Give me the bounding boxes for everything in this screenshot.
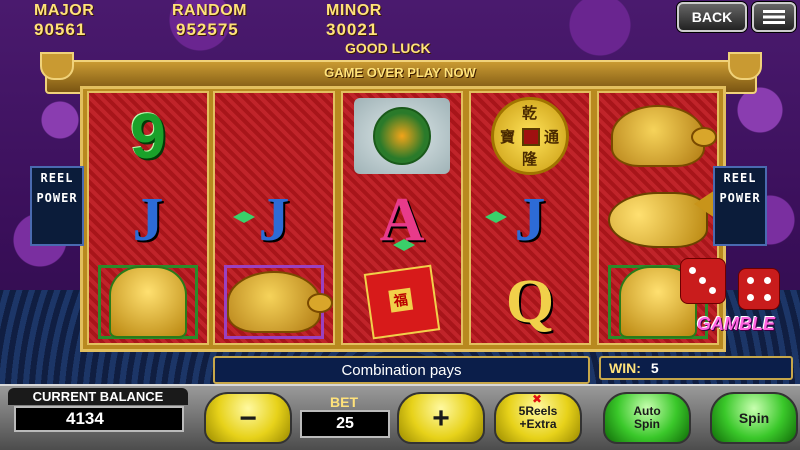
win-panel: WIN: 5: [599, 356, 793, 380]
reel-power-line1: REEL: [40, 171, 74, 185]
jackpot-minor-value: 30021: [326, 20, 379, 39]
reel-power-line2: POWER: [36, 191, 78, 205]
increase-bet-button[interactable]: +: [397, 392, 485, 444]
golden-lion-icon: [109, 266, 187, 338]
gem-icon: [485, 211, 507, 223]
reel-3-symbol-3: 福: [347, 263, 457, 341]
red-envelope-icon: 福: [363, 264, 441, 340]
reel-power-line1: REEL: [723, 171, 757, 185]
jackpot-major: MAJOR 90561: [34, 2, 94, 40]
symbol-j: J: [132, 185, 164, 254]
auto-spin-button[interactable]: Auto Spin: [603, 392, 691, 444]
symbol-q: Q: [505, 267, 555, 336]
reel-5-symbol-2: [603, 181, 724, 259]
coin-square-hole: [522, 128, 540, 146]
win-value: 5: [650, 360, 659, 376]
coin-char-right: 通: [544, 128, 560, 146]
dragon-head-icon: [373, 107, 431, 165]
spin-button[interactable]: Spin: [710, 392, 798, 444]
bet-label: BET: [330, 394, 358, 410]
back-button[interactable]: BACK: [677, 2, 747, 32]
reel-2: J: [213, 91, 335, 345]
decrease-bet-button[interactable]: −: [204, 392, 292, 444]
symbol-j: J: [258, 185, 290, 254]
reel-1: 9 J: [87, 91, 209, 345]
jackpot-major-value: 90561: [34, 20, 87, 39]
coin-char-top: 乾: [522, 104, 538, 122]
jackpot-random: RANDOM 952575: [172, 2, 247, 40]
reel-4-symbol-1: 乾 通 隆 寶: [475, 97, 585, 175]
red-die-icon: [680, 258, 726, 304]
jackpot-random-value: 952575: [176, 20, 239, 39]
five-reels-extra-button[interactable]: ✖ 5Reels +Extra: [494, 392, 582, 444]
reel-4-symbol-3: Q: [475, 263, 585, 341]
dragon-tile-icon: [354, 98, 450, 174]
jackpot-minor: MINOR 30021: [326, 2, 382, 40]
reel-2-symbol-3: [219, 263, 333, 341]
reels-extra-line2: +Extra: [519, 417, 557, 431]
balance-label: CURRENT BALANCE: [8, 388, 188, 405]
reel-power-right-badge: REEL POWER: [713, 166, 767, 246]
auto-spin-line2: Spin: [633, 417, 660, 431]
reel-1-symbol-1: 9: [93, 97, 203, 175]
coin-char-bottom: 隆: [522, 150, 538, 168]
gamble-button[interactable]: GAMBLE: [672, 254, 800, 344]
reel-1-symbol-2: J: [93, 181, 203, 259]
gamble-label: GAMBLE: [697, 314, 775, 334]
winning-frame: [98, 265, 198, 339]
slot-game-screen: MAJOR 90561 RANDOM 952575 MINOR 30021 GO…: [0, 0, 800, 450]
envelope-seal: 福: [388, 287, 414, 313]
menu-button[interactable]: [752, 2, 796, 32]
hamburger-menu-icon: [763, 10, 785, 24]
gold-coin-icon: 乾 通 隆 寶: [491, 97, 569, 175]
game-over-banner: GAME OVER PLAY NOW: [324, 65, 476, 80]
reel-3-symbol-2: A: [347, 181, 457, 259]
gem-icon: [233, 211, 255, 223]
reel-area: 9 J J A 福 乾 通 隆 寶 J Q: [80, 86, 726, 352]
reel-power-left-badge: REEL POWER: [30, 166, 84, 246]
win-label: WIN:: [609, 360, 641, 376]
reel-5-symbol-1: [603, 97, 717, 175]
reel-3: A 福: [341, 91, 463, 345]
coin-char-left: 寶: [500, 128, 516, 146]
bet-value: 25: [300, 410, 390, 438]
reel-4: 乾 通 隆 寶 J Q: [469, 91, 591, 345]
reel-power-line2: POWER: [719, 191, 761, 205]
good-luck-text: GOOD LUCK: [345, 40, 431, 56]
jackpot-random-label: RANDOM: [172, 2, 247, 19]
roof-corner-right: [728, 52, 762, 80]
reel-4-symbol-2: J: [475, 181, 585, 259]
jackpot-minor-label: MINOR: [326, 2, 382, 19]
reel-2-symbol-2: J: [219, 181, 329, 259]
roof-corner-left: [40, 52, 74, 80]
red-die-icon: [738, 268, 780, 310]
balance-value: 4134: [14, 406, 184, 432]
golden-turtle-icon: [611, 105, 717, 167]
jackpot-major-label: MAJOR: [34, 2, 95, 19]
symbol-nine: 9: [130, 100, 166, 172]
winning-frame: [224, 265, 333, 339]
golden-koi-fish-icon: [608, 184, 724, 248]
close-x-icon: ✖: [532, 392, 543, 406]
symbol-j: J: [514, 185, 546, 254]
reel-1-symbol-3: [93, 263, 203, 341]
message-panel: Combination pays: [213, 356, 590, 384]
message-text: Combination pays: [341, 361, 462, 379]
golden-turtle-icon: [227, 271, 333, 333]
reel-3-symbol-1: [347, 97, 457, 175]
